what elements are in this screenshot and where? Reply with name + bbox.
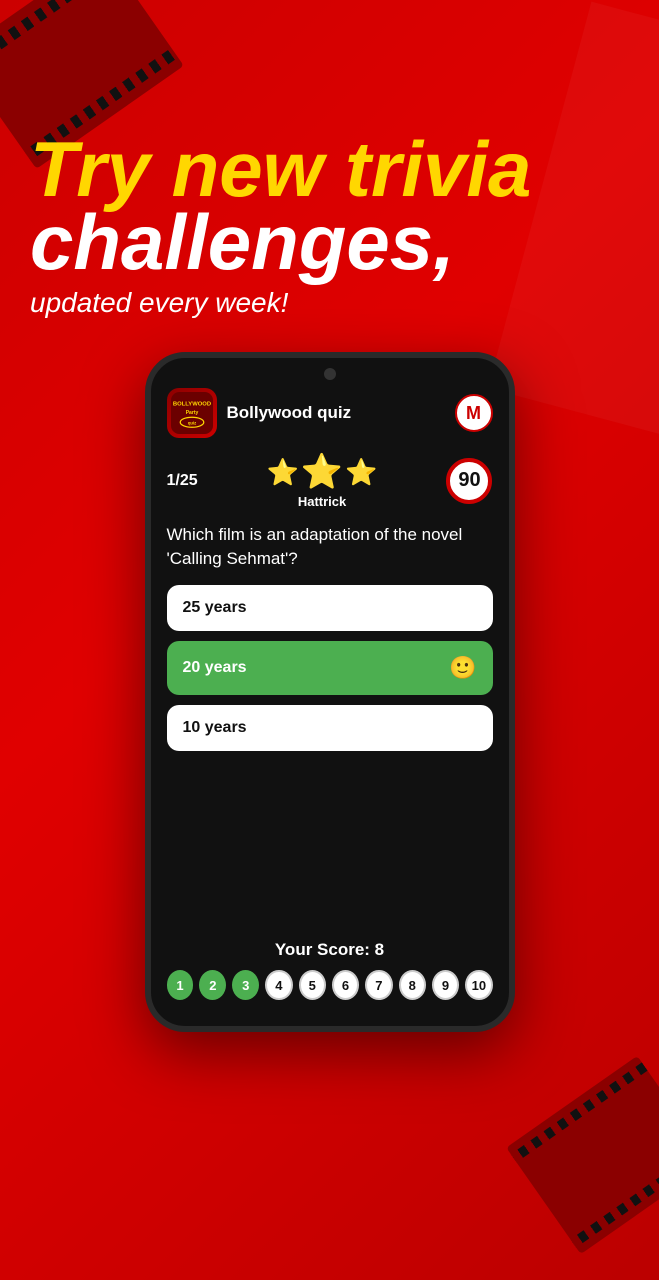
phone-camera-notch: [324, 368, 336, 380]
question-text: Which film is an adaptation of the novel…: [167, 523, 493, 571]
score-section: Your Score: 8 1 2 3 4 5 6 7 8 9 10: [167, 940, 493, 1010]
dot-2[interactable]: 2: [199, 970, 226, 1000]
headline-line2: challenges,: [30, 203, 629, 281]
dot-4[interactable]: 4: [265, 970, 292, 1000]
your-score-label: Your Score: 8: [167, 940, 493, 960]
dot-1[interactable]: 1: [167, 970, 194, 1000]
dot-6[interactable]: 6: [332, 970, 359, 1000]
dot-3[interactable]: 3: [232, 970, 259, 1000]
dot-5[interactable]: 5: [299, 970, 326, 1000]
dot-8[interactable]: 8: [399, 970, 426, 1000]
timer-circle: 90: [446, 458, 492, 504]
user-avatar[interactable]: M: [455, 394, 493, 432]
quiz-header: BOLLYWOOD Party quiz Bollywood quiz M: [167, 388, 493, 438]
headline-line1: Try new trivia: [30, 130, 629, 208]
star-2-icon: ⭐: [301, 452, 343, 492]
question-counter: 1/25: [167, 472, 198, 490]
answer-option-1[interactable]: 25 years: [167, 585, 493, 631]
star-3-icon: ⭐: [345, 457, 377, 488]
svg-text:BOLLYWOOD: BOLLYWOOD: [172, 401, 210, 407]
answer-option-2[interactable]: 20 years 🙂: [167, 641, 493, 695]
star-1-icon: ⭐: [267, 457, 299, 488]
correct-smiley-icon: 🙂: [449, 655, 476, 681]
content-wrapper: Try new trivia challenges, updated every…: [0, 0, 659, 1280]
stars-group: ⭐ ⭐ ⭐ Hattrick: [267, 452, 378, 509]
dot-9[interactable]: 9: [432, 970, 459, 1000]
answer-option-3[interactable]: 10 years: [167, 705, 493, 751]
quiz-title: Bollywood quiz: [227, 403, 352, 423]
phone-content: BOLLYWOOD Party quiz Bollywood quiz M: [151, 358, 509, 1026]
subheadline: updated every week!: [30, 289, 629, 317]
phone-screen: BOLLYWOOD Party quiz Bollywood quiz M: [145, 352, 515, 1032]
progress-dots: 1 2 3 4 5 6 7 8 9 10: [167, 970, 493, 1000]
hattrick-label: Hattrick: [298, 494, 346, 509]
svg-text:quiz: quiz: [187, 421, 195, 426]
dot-10[interactable]: 10: [465, 970, 492, 1000]
score-row: 1/25 ⭐ ⭐ ⭐ Hattrick 90: [167, 452, 493, 509]
dot-7[interactable]: 7: [365, 970, 392, 1000]
quiz-app-icon: BOLLYWOOD Party quiz: [167, 388, 217, 438]
stars-row: ⭐ ⭐ ⭐: [267, 452, 378, 492]
phone-mockup: BOLLYWOOD Party quiz Bollywood quiz M: [145, 352, 515, 1032]
svg-text:Party: Party: [185, 410, 198, 416]
headline-block: Try new trivia challenges, updated every…: [0, 130, 659, 317]
quiz-title-group: BOLLYWOOD Party quiz Bollywood quiz: [167, 388, 352, 438]
